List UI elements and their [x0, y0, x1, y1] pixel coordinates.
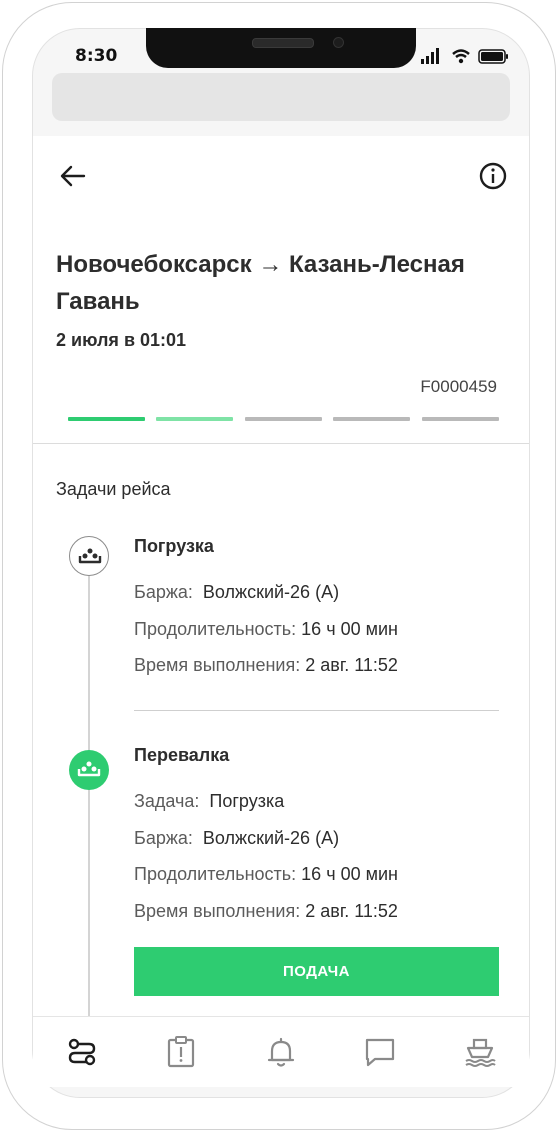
route-date: 2 июля в 01:01 — [56, 330, 187, 350]
trip-details-screen: Новочебоксарск → Казань-Лесная Гавань 2 … — [33, 136, 529, 1016]
task-time: Время выполнения: 2 авг. 11:52 — [134, 901, 398, 922]
duration-value: 16 ч 00 мин — [301, 864, 398, 884]
arrow-left-icon — [60, 165, 86, 187]
progress-step-5 — [422, 417, 499, 421]
task-title: Перевалка — [134, 745, 230, 765]
notch — [146, 28, 416, 68]
bottom-navigation — [33, 1016, 529, 1087]
task-label: Задача: — [134, 791, 200, 811]
progress-step-1 — [68, 417, 145, 421]
time-label: Время выполнения: — [134, 655, 301, 675]
progress-step-3 — [245, 417, 322, 421]
front-camera — [333, 37, 344, 48]
duration-value: 16 ч 00 мин — [301, 619, 398, 639]
info-circle-icon — [479, 162, 507, 190]
ship-icon — [465, 1038, 496, 1067]
supply-button[interactable]: ПОДАЧА — [134, 947, 499, 996]
bell-icon — [267, 1037, 295, 1067]
progress-step-4 — [333, 417, 410, 421]
transshipment-task-icon — [69, 750, 109, 790]
task-subtask: Задача: Погрузка — [134, 791, 284, 812]
timeline-line — [88, 576, 90, 1016]
task-barge: Баржа: Волжский-26 (А) — [134, 828, 339, 849]
nav-tasks[interactable] — [164, 1035, 198, 1069]
duration-label: Продолительность: — [134, 619, 297, 639]
signal-wifi-battery-icon — [421, 48, 508, 64]
nav-messages[interactable] — [363, 1035, 397, 1069]
time-value: 2 авг. 11:52 — [305, 901, 398, 921]
progress-indicator — [68, 417, 500, 422]
barge-value: Волжский-26 (А) — [202, 582, 340, 602]
nav-routes[interactable] — [65, 1035, 99, 1069]
barge-label: Баржа: — [134, 582, 193, 602]
route-icon — [68, 1038, 96, 1066]
status-time: 8:30 — [75, 46, 118, 66]
time-value: 2 авг. 11:52 — [305, 655, 398, 675]
speaker-grille — [252, 38, 314, 48]
cargo-icon — [78, 548, 102, 564]
task-divider — [134, 710, 499, 711]
nav-fleet[interactable] — [463, 1035, 497, 1069]
task-time: Время выполнения: 2 авг. 11:52 — [134, 655, 398, 676]
task-title: Погрузка — [134, 536, 214, 556]
loading-task-icon — [69, 536, 109, 576]
tasks-heading: Задачи рейса — [56, 479, 171, 499]
section-divider — [33, 443, 529, 444]
status-icons — [421, 46, 511, 66]
time-label: Время выполнения: — [134, 901, 301, 921]
task-duration: Продолительность: 16 ч 00 мин — [134, 864, 398, 885]
chat-icon — [365, 1038, 395, 1067]
cargo-icon — [77, 761, 101, 777]
info-button[interactable] — [477, 160, 509, 192]
nav-notifications[interactable] — [264, 1035, 298, 1069]
clipboard-alert-icon — [167, 1036, 195, 1068]
task-barge: Баржа: Волжский-26 (А) — [134, 582, 339, 603]
task-duration: Продолительность: 16 ч 00 мин — [134, 619, 398, 640]
back-button[interactable] — [57, 160, 89, 192]
barge-label: Баржа: — [134, 828, 193, 848]
task-value: Погрузка — [209, 791, 285, 811]
route-title: Новочебоксарск → Казань-Лесная Гавань — [56, 251, 465, 315]
address-bar[interactable] — [52, 73, 510, 121]
barge-value: Волжский-26 (А) — [202, 828, 340, 848]
duration-label: Продолительность: — [134, 864, 297, 884]
progress-step-2 — [156, 417, 233, 421]
route-code: F0000459 — [420, 377, 497, 396]
